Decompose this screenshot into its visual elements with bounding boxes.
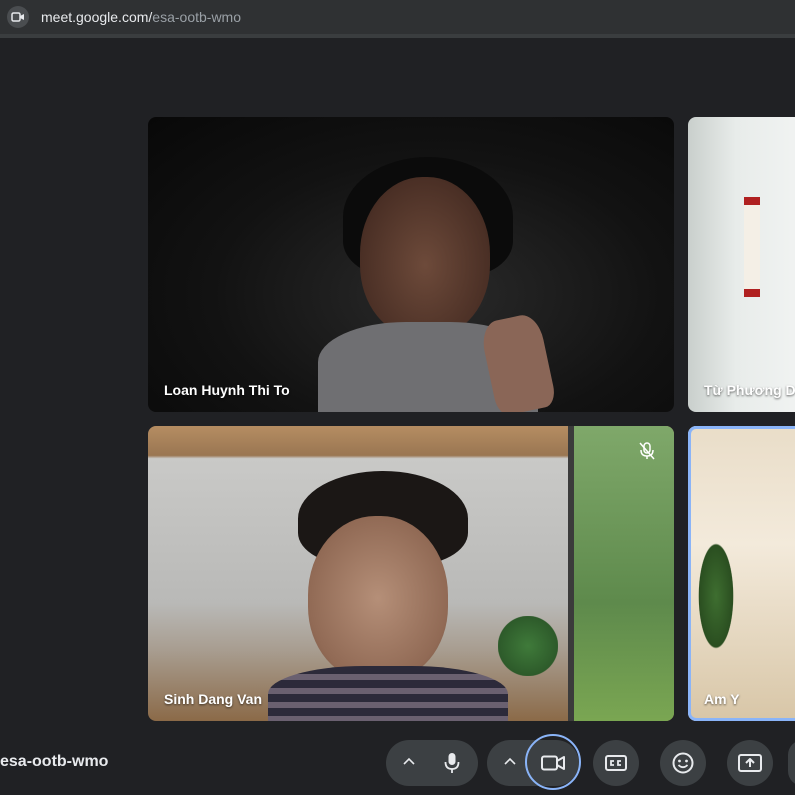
present-screen-icon — [738, 754, 762, 772]
chevron-up-icon[interactable] — [403, 754, 415, 768]
participant-tile-sinh[interactable]: Sinh Dang Van — [148, 426, 674, 721]
participant-tile-loan[interactable]: Loan Huynh Thi To — [148, 117, 674, 412]
present-screen-button[interactable] — [727, 740, 773, 786]
background-plant — [498, 616, 558, 676]
site-info-icon[interactable] — [7, 6, 29, 28]
mic-off-icon — [634, 438, 660, 464]
participant-shirt — [268, 666, 508, 721]
camera-button[interactable] — [530, 740, 576, 786]
background-window — [568, 426, 674, 721]
participant-tile-am-y[interactable]: Am Y — [688, 426, 795, 721]
reactions-button[interactable] — [660, 740, 706, 786]
videocam-icon — [541, 755, 565, 771]
participant-face — [308, 516, 448, 681]
emoji-icon — [672, 752, 694, 774]
participant-face — [360, 177, 490, 337]
more-controls-button[interactable] — [788, 740, 795, 786]
participant-name: Loan Huynh Thi To — [164, 382, 290, 398]
captions-button[interactable] — [593, 740, 639, 786]
chevron-up-icon[interactable] — [504, 754, 516, 768]
wall-scroll-decoration — [744, 197, 760, 297]
background-plant — [696, 536, 736, 656]
participant-name: Từ Phương D — [704, 382, 795, 398]
participant-name: Am Y — [704, 691, 740, 707]
mic-control-group — [386, 740, 478, 786]
participant-name: Sinh Dang Van — [164, 691, 263, 707]
microphone-button[interactable] — [429, 742, 475, 784]
address-bar[interactable]: meet.google.com/esa-ootb-wmo — [0, 0, 795, 38]
microphone-icon — [444, 753, 460, 773]
participant-tile-tu-phuong[interactable]: Từ Phương D — [688, 117, 795, 412]
meeting-code: esa-ootb-wmo — [0, 753, 109, 770]
address-url[interactable]: meet.google.com/esa-ootb-wmo — [41, 9, 241, 25]
closed-captions-icon — [605, 755, 627, 771]
